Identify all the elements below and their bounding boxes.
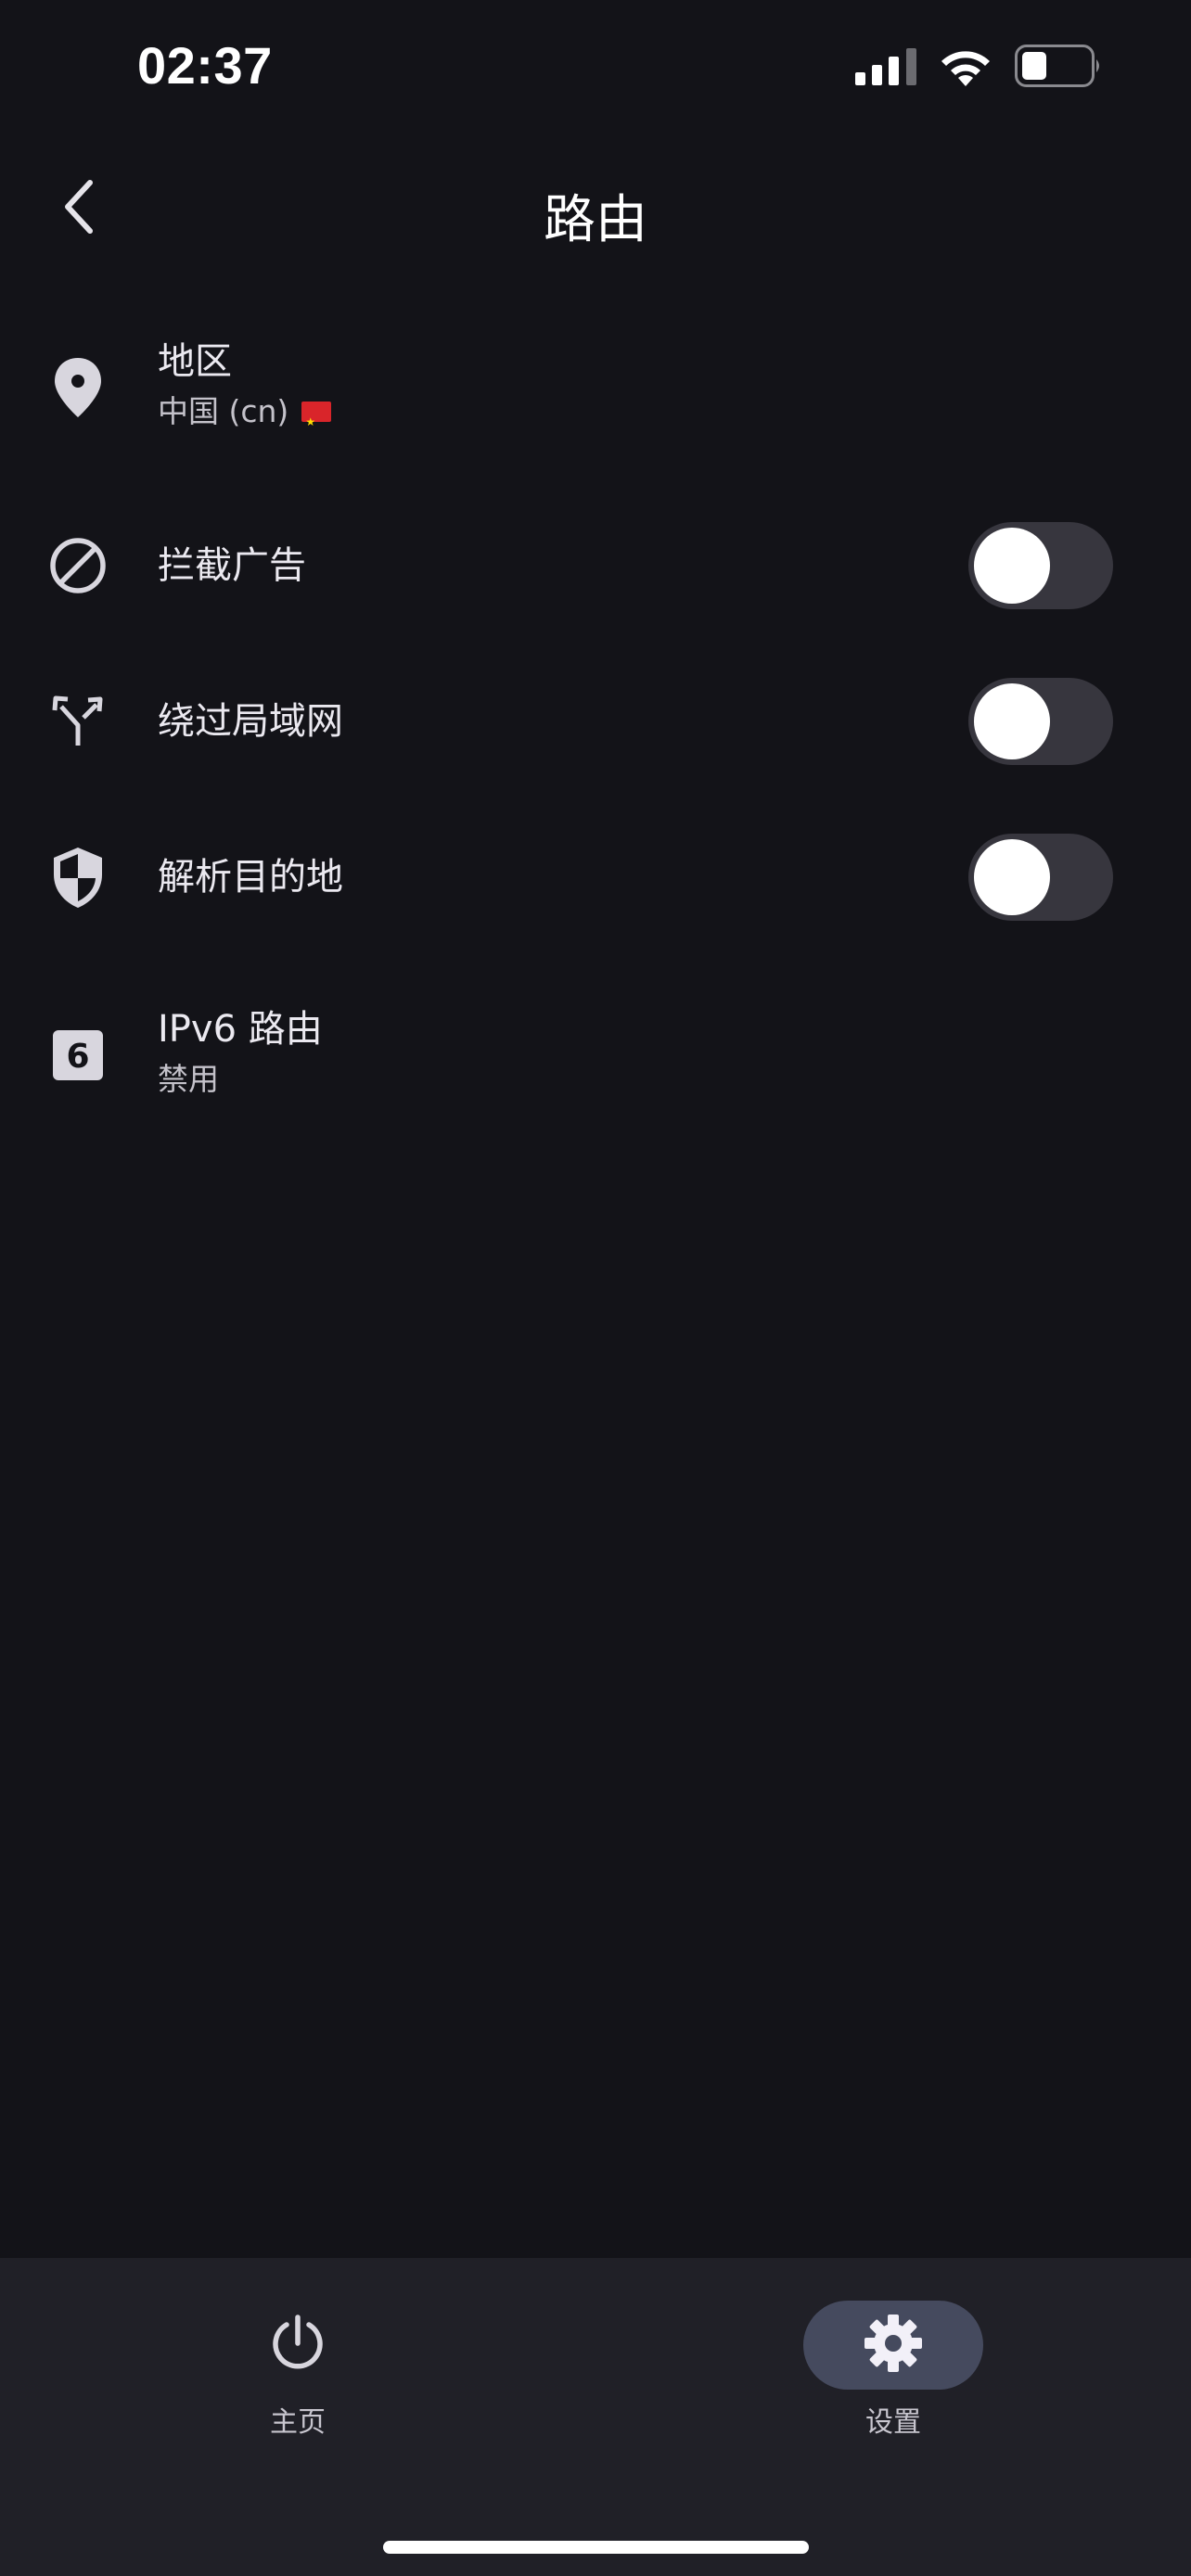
cellular-signal-icon: [855, 46, 916, 89]
fork-arrows-icon: [41, 684, 115, 759]
power-icon: [268, 2314, 327, 2377]
setting-title: 绕过局域网: [158, 700, 343, 743]
bottom-nav: 主页 设置: [0, 2258, 1191, 2576]
status-icons: [855, 45, 1102, 91]
bypass-lan-toggle[interactable]: [968, 678, 1113, 765]
status-time: 02:37: [137, 36, 273, 95]
settings-row-block-ads: 拦截广告: [0, 519, 1191, 612]
location-pin-icon: [41, 351, 115, 425]
toggle-knob: [974, 839, 1050, 915]
setting-title: 拦截广告: [158, 544, 306, 587]
toggle-knob: [974, 528, 1050, 604]
settings-row-ipv6-route[interactable]: 6 IPv6 路由 禁用: [0, 998, 1191, 1118]
number-6-box-icon: 6: [41, 1018, 115, 1092]
setting-title: 解析目的地: [158, 856, 343, 899]
nav-pill-active: [803, 2301, 983, 2390]
svg-text:6: 6: [66, 1038, 89, 1076]
header: 路由: [0, 158, 1191, 260]
nav-label: 设置: [865, 2406, 921, 2439]
settings-row-region[interactable]: 地区 中国 (cn): [0, 330, 1191, 451]
setting-value: 禁用: [158, 1061, 219, 1097]
settings-row-resolve-destination: 解析目的地: [0, 831, 1191, 924]
resolve-destination-toggle[interactable]: [968, 834, 1113, 921]
settings-row-bypass-lan: 绕过局域网: [0, 675, 1191, 768]
region-value: 中国 (cn): [158, 393, 289, 429]
setting-value: 中国 (cn): [158, 388, 332, 446]
home-indicator: [383, 2541, 809, 2554]
nav-item-home[interactable]: 主页: [205, 2301, 391, 2440]
block-icon: [41, 529, 115, 603]
shield-icon: [41, 840, 115, 914]
setting-title: 地区: [158, 340, 232, 383]
wifi-icon: [939, 45, 992, 90]
setting-title: IPv6 路由: [158, 1008, 323, 1051]
toggle-knob: [974, 683, 1050, 759]
nav-item-settings[interactable]: 设置: [800, 2301, 986, 2440]
china-flag-icon: [301, 398, 332, 446]
gear-icon: [863, 2313, 924, 2378]
battery-icon: [1015, 45, 1102, 91]
page-title: 路由: [544, 190, 647, 250]
nav-pill: [208, 2301, 388, 2390]
nav-label: 主页: [270, 2406, 326, 2439]
block-ads-toggle[interactable]: [968, 522, 1113, 609]
